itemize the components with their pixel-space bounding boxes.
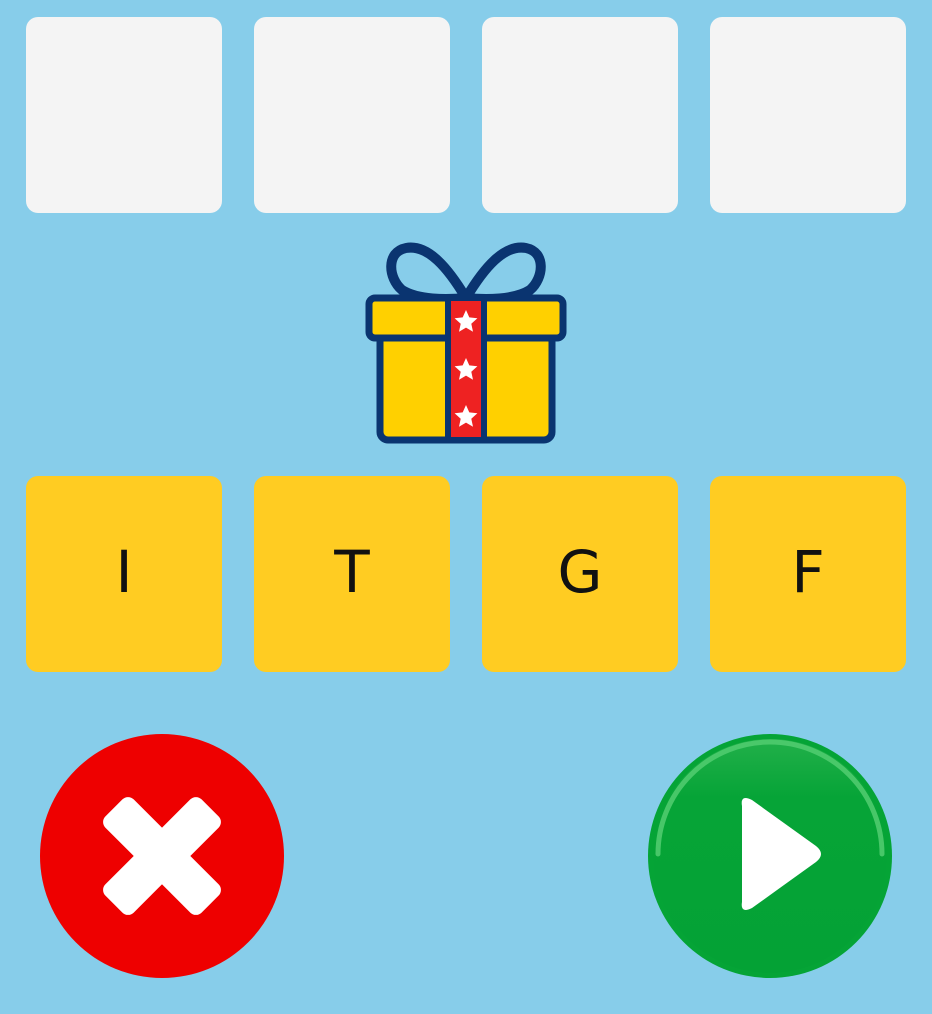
letter-tile-2[interactable]: T [254, 476, 450, 672]
letter-tile-label: F [791, 538, 825, 606]
answer-slot-4[interactable] [710, 17, 906, 213]
submit-button[interactable] [648, 734, 892, 978]
letter-tile-3[interactable]: G [482, 476, 678, 672]
answer-slot-1[interactable] [26, 17, 222, 213]
clear-button[interactable] [40, 734, 284, 978]
letter-tile-label: G [557, 538, 603, 606]
letter-tile-1[interactable]: I [26, 476, 222, 672]
answer-slot-2[interactable] [254, 17, 450, 213]
answer-slot-3[interactable] [482, 17, 678, 213]
letter-tile-label: I [115, 538, 133, 606]
letter-tile-4[interactable]: F [710, 476, 906, 672]
x-icon [103, 797, 221, 915]
gift-icon [362, 240, 570, 446]
letter-tile-label: T [334, 538, 370, 606]
